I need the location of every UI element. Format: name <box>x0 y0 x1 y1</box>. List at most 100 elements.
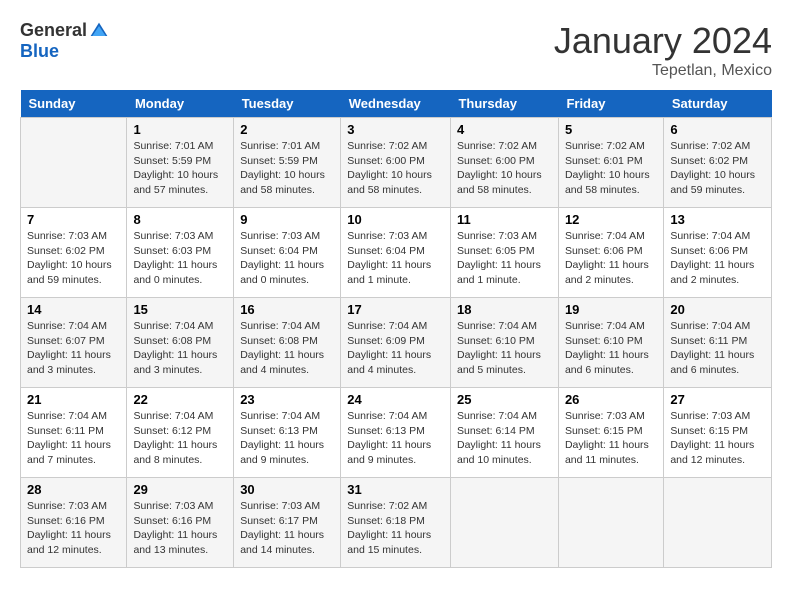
calendar-cell: 17Sunrise: 7:04 AM Sunset: 6:09 PM Dayli… <box>341 298 451 388</box>
day-info: Sunrise: 7:03 AM Sunset: 6:04 PM Dayligh… <box>347 230 431 286</box>
calendar-cell: 15Sunrise: 7:04 AM Sunset: 6:08 PM Dayli… <box>127 298 234 388</box>
day-info: Sunrise: 7:02 AM Sunset: 6:00 PM Dayligh… <box>457 140 542 196</box>
title-section: January 2024 Tepetlan, Mexico <box>554 20 772 80</box>
day-number: 1 <box>133 122 227 137</box>
calendar-cell <box>558 478 663 568</box>
calendar-header-row: SundayMondayTuesdayWednesdayThursdayFrid… <box>21 90 772 118</box>
day-info: Sunrise: 7:01 AM Sunset: 5:59 PM Dayligh… <box>240 140 325 196</box>
calendar-cell: 9Sunrise: 7:03 AM Sunset: 6:04 PM Daylig… <box>234 208 341 298</box>
day-info: Sunrise: 7:03 AM Sunset: 6:16 PM Dayligh… <box>27 500 111 556</box>
day-info: Sunrise: 7:03 AM Sunset: 6:17 PM Dayligh… <box>240 500 324 556</box>
day-number: 22 <box>133 392 227 407</box>
day-number: 11 <box>457 212 552 227</box>
day-header-tuesday: Tuesday <box>234 90 341 118</box>
day-info: Sunrise: 7:03 AM Sunset: 6:15 PM Dayligh… <box>670 410 754 466</box>
day-info: Sunrise: 7:02 AM Sunset: 6:18 PM Dayligh… <box>347 500 431 556</box>
calendar-week-4: 21Sunrise: 7:04 AM Sunset: 6:11 PM Dayli… <box>21 388 772 478</box>
day-number: 3 <box>347 122 444 137</box>
logo-blue-text: Blue <box>20 41 59 62</box>
logo-general-text: General <box>20 20 87 41</box>
calendar-week-3: 14 Sunrise: 7:04 AM Sunset: 6:07 PM Dayli… <box>21 298 772 388</box>
day-number: 29 <box>133 482 227 497</box>
day-number: 31 <box>347 482 444 497</box>
day-header-saturday: Saturday <box>664 90 772 118</box>
day-info: Sunrise: 7:03 AM Sunset: 6:05 PM Dayligh… <box>457 230 541 286</box>
day-info: Sunrise: 7:04 AM Sunset: 6:07 PM Dayligh… <box>27 320 111 376</box>
day-info: Sunrise: 7:04 AM Sunset: 6:11 PM Dayligh… <box>670 320 754 376</box>
day-number: 19 <box>565 302 657 317</box>
day-number: 23 <box>240 392 334 407</box>
calendar-cell: 1 Sunrise: 7:01 AM Sunset: 5:59 PM Daylig… <box>127 118 234 208</box>
day-info: Sunrise: 7:04 AM Sunset: 6:10 PM Dayligh… <box>565 320 649 376</box>
day-number: 2 <box>240 122 334 137</box>
calendar-cell: 11 Sunrise: 7:03 AM Sunset: 6:05 PM Dayli… <box>450 208 558 298</box>
day-info: Sunrise: 7:03 AM Sunset: 6:03 PM Dayligh… <box>133 230 217 286</box>
day-number: 30 <box>240 482 334 497</box>
calendar-cell: 22Sunrise: 7:04 AM Sunset: 6:12 PM Dayli… <box>127 388 234 478</box>
calendar-cell: 16Sunrise: 7:04 AM Sunset: 6:08 PM Dayli… <box>234 298 341 388</box>
calendar-week-2: 7Sunrise: 7:03 AM Sunset: 6:02 PM Daylig… <box>21 208 772 298</box>
day-number: 10 <box>347 212 444 227</box>
day-header-friday: Friday <box>558 90 663 118</box>
calendar-cell: 18 Sunrise: 7:04 AM Sunset: 6:10 PM Dayli… <box>450 298 558 388</box>
day-header-thursday: Thursday <box>450 90 558 118</box>
day-number: 28 <box>27 482 120 497</box>
day-header-wednesday: Wednesday <box>341 90 451 118</box>
calendar-cell: 28 Sunrise: 7:03 AM Sunset: 6:16 PM Dayli… <box>21 478 127 568</box>
calendar-cell: 29Sunrise: 7:03 AM Sunset: 6:16 PM Dayli… <box>127 478 234 568</box>
calendar-cell: 4 Sunrise: 7:02 AM Sunset: 6:00 PM Daylig… <box>450 118 558 208</box>
header: General Blue January 2024 Tepetlan, Mexi… <box>20 20 772 80</box>
location-subtitle: Tepetlan, Mexico <box>554 62 772 80</box>
calendar-cell: 20 Sunrise: 7:04 AM Sunset: 6:11 PM Dayli… <box>664 298 772 388</box>
calendar-cell: 30 Sunrise: 7:03 AM Sunset: 6:17 PM Dayli… <box>234 478 341 568</box>
day-number: 24 <box>347 392 444 407</box>
calendar-cell: 7Sunrise: 7:03 AM Sunset: 6:02 PM Daylig… <box>21 208 127 298</box>
day-info: Sunrise: 7:04 AM Sunset: 6:14 PM Dayligh… <box>457 410 541 466</box>
calendar-cell <box>664 478 772 568</box>
month-title: January 2024 <box>554 20 772 62</box>
day-number: 13 <box>670 212 765 227</box>
day-info: Sunrise: 7:03 AM Sunset: 6:04 PM Dayligh… <box>240 230 324 286</box>
day-number: 5 <box>565 122 657 137</box>
logo-icon <box>89 21 109 41</box>
day-number: 25 <box>457 392 552 407</box>
calendar-cell: 8 Sunrise: 7:03 AM Sunset: 6:03 PM Daylig… <box>127 208 234 298</box>
day-info: Sunrise: 7:03 AM Sunset: 6:15 PM Dayligh… <box>565 410 649 466</box>
day-info: Sunrise: 7:04 AM Sunset: 6:08 PM Dayligh… <box>133 320 217 376</box>
calendar-cell <box>21 118 127 208</box>
day-number: 4 <box>457 122 552 137</box>
calendar-cell: 10 Sunrise: 7:03 AM Sunset: 6:04 PM Dayli… <box>341 208 451 298</box>
day-number: 21 <box>27 392 120 407</box>
day-number: 16 <box>240 302 334 317</box>
day-info: Sunrise: 7:02 AM Sunset: 6:01 PM Dayligh… <box>565 140 650 196</box>
calendar-cell: 12Sunrise: 7:04 AM Sunset: 6:06 PM Dayli… <box>558 208 663 298</box>
day-number: 14 <box>27 302 120 317</box>
day-number: 8 <box>133 212 227 227</box>
calendar-cell: 6Sunrise: 7:02 AM Sunset: 6:02 PM Daylig… <box>664 118 772 208</box>
day-info: Sunrise: 7:04 AM Sunset: 6:10 PM Dayligh… <box>457 320 541 376</box>
day-info: Sunrise: 7:04 AM Sunset: 6:13 PM Dayligh… <box>347 410 431 466</box>
day-number: 20 <box>670 302 765 317</box>
day-info: Sunrise: 7:04 AM Sunset: 6:06 PM Dayligh… <box>565 230 649 286</box>
calendar-cell: 25 Sunrise: 7:04 AM Sunset: 6:14 PM Dayli… <box>450 388 558 478</box>
calendar-table: SundayMondayTuesdayWednesdayThursdayFrid… <box>20 90 772 568</box>
day-number: 26 <box>565 392 657 407</box>
logo: General Blue <box>20 20 109 62</box>
day-number: 27 <box>670 392 765 407</box>
day-info: Sunrise: 7:02 AM Sunset: 6:02 PM Dayligh… <box>670 140 755 196</box>
calendar-cell: 31 Sunrise: 7:02 AM Sunset: 6:18 PM Dayli… <box>341 478 451 568</box>
calendar-cell: 27 Sunrise: 7:03 AM Sunset: 6:15 PM Dayli… <box>664 388 772 478</box>
day-info: Sunrise: 7:04 AM Sunset: 6:06 PM Dayligh… <box>670 230 754 286</box>
calendar-week-5: 28 Sunrise: 7:03 AM Sunset: 6:16 PM Dayli… <box>21 478 772 568</box>
calendar-cell: 2 Sunrise: 7:01 AM Sunset: 5:59 PM Daylig… <box>234 118 341 208</box>
day-info: Sunrise: 7:01 AM Sunset: 5:59 PM Dayligh… <box>133 140 218 196</box>
day-info: Sunrise: 7:03 AM Sunset: 6:02 PM Dayligh… <box>27 230 112 286</box>
calendar-cell <box>450 478 558 568</box>
calendar-cell: 13 Sunrise: 7:04 AM Sunset: 6:06 PM Dayli… <box>664 208 772 298</box>
calendar-cell: 5 Sunrise: 7:02 AM Sunset: 6:01 PM Daylig… <box>558 118 663 208</box>
calendar-cell: 26 Sunrise: 7:03 AM Sunset: 6:15 PM Dayli… <box>558 388 663 478</box>
day-number: 18 <box>457 302 552 317</box>
calendar-cell: 3Sunrise: 7:02 AM Sunset: 6:00 PM Daylig… <box>341 118 451 208</box>
day-header-sunday: Sunday <box>21 90 127 118</box>
calendar-cell: 14 Sunrise: 7:04 AM Sunset: 6:07 PM Dayli… <box>21 298 127 388</box>
